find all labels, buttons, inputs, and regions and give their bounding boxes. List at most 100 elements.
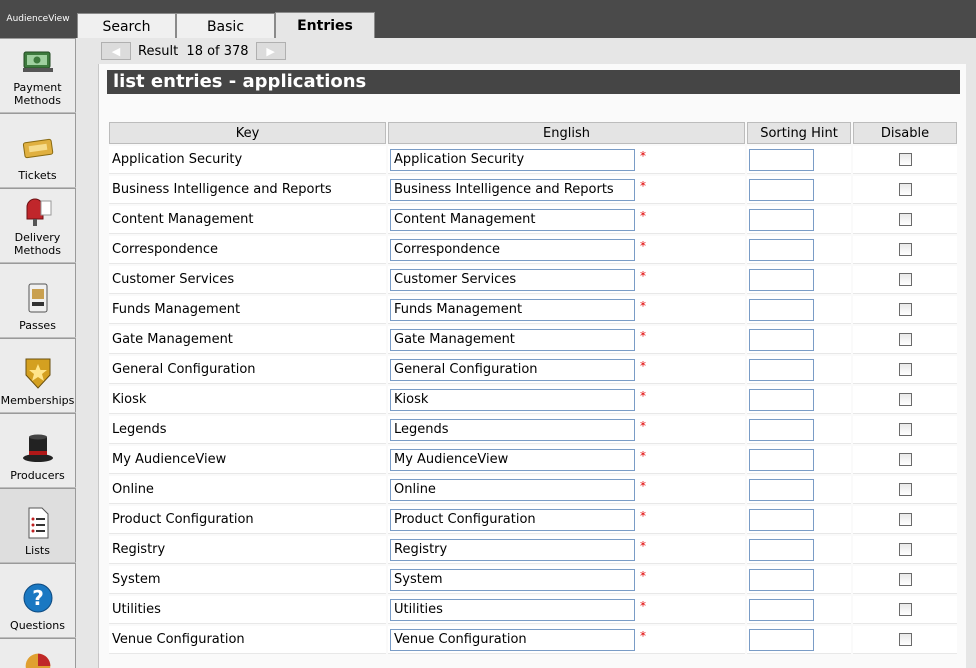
sorting-hint-input[interactable] bbox=[749, 598, 814, 621]
english-input[interactable] bbox=[390, 598, 635, 621]
table-row: Kiosk * bbox=[109, 386, 957, 414]
english-cell: * bbox=[388, 626, 745, 654]
english-cell: * bbox=[388, 596, 745, 624]
english-input[interactable] bbox=[390, 628, 635, 651]
english-input[interactable] bbox=[390, 418, 635, 441]
chart-icon bbox=[25, 653, 50, 668]
disable-checkbox[interactable] bbox=[898, 363, 912, 376]
sorting-hint-input[interactable] bbox=[749, 448, 814, 471]
tab-basic[interactable]: Basic bbox=[176, 13, 275, 39]
sorting-hint-cell bbox=[747, 596, 851, 624]
sorting-hint-input[interactable] bbox=[749, 328, 814, 351]
sorting-hint-input[interactable] bbox=[749, 238, 814, 261]
disable-checkbox[interactable] bbox=[898, 483, 912, 496]
table-row: Gate Management * bbox=[109, 326, 957, 354]
english-input[interactable] bbox=[390, 388, 635, 411]
sorting-hint-input[interactable] bbox=[749, 508, 814, 531]
disable-checkbox[interactable] bbox=[898, 213, 912, 226]
english-input[interactable] bbox=[390, 208, 635, 231]
disable-checkbox[interactable] bbox=[898, 633, 912, 646]
star-badge-icon bbox=[25, 358, 50, 389]
disable-cell bbox=[853, 506, 957, 534]
english-input[interactable] bbox=[390, 508, 635, 531]
sorting-hint-input[interactable] bbox=[749, 148, 814, 171]
previous-button[interactable]: ◀ bbox=[101, 42, 131, 60]
english-input[interactable] bbox=[390, 238, 635, 261]
english-cell: * bbox=[388, 386, 745, 414]
next-button[interactable]: ▶ bbox=[255, 42, 286, 60]
table-row: Funds Management * bbox=[109, 296, 957, 324]
entries-table: Key English Sorting Hint Disable Applica… bbox=[107, 120, 959, 656]
sorting-hint-input[interactable] bbox=[749, 538, 814, 561]
disable-checkbox[interactable] bbox=[898, 303, 912, 316]
english-input[interactable] bbox=[390, 358, 635, 381]
sorting-hint-cell bbox=[747, 536, 851, 564]
sorting-hint-input[interactable] bbox=[749, 568, 814, 591]
table-row: Customer Services * bbox=[109, 266, 957, 294]
tab-entries[interactable]: Entries bbox=[275, 12, 375, 39]
english-input[interactable] bbox=[390, 448, 635, 471]
sidebar-item-lists[interactable]: Lists bbox=[0, 488, 76, 562]
sidebar-item-payment-methods[interactable]: Payment Methods bbox=[0, 38, 76, 112]
disable-checkbox[interactable] bbox=[898, 243, 912, 256]
sorting-hint-input[interactable] bbox=[749, 388, 814, 411]
disable-checkbox[interactable] bbox=[898, 573, 912, 586]
required-marker: * bbox=[640, 448, 646, 463]
sidebar-item-memberships[interactable]: Memberships bbox=[0, 338, 76, 412]
english-input[interactable] bbox=[390, 298, 635, 321]
money-icon bbox=[22, 51, 53, 72]
sorting-hint-input[interactable] bbox=[749, 268, 814, 291]
disable-checkbox[interactable] bbox=[898, 333, 912, 346]
table-row: Application Security * bbox=[109, 146, 957, 174]
table-row: Product Configuration * bbox=[109, 506, 957, 534]
page-title: list entries - applications bbox=[107, 70, 960, 94]
english-input[interactable] bbox=[390, 148, 635, 171]
tab-search[interactable]: Search bbox=[77, 13, 176, 39]
english-input[interactable] bbox=[390, 268, 635, 291]
english-input[interactable] bbox=[390, 328, 635, 351]
disable-checkbox[interactable] bbox=[898, 423, 912, 436]
english-cell: * bbox=[388, 146, 745, 174]
table-row: Correspondence * bbox=[109, 236, 957, 264]
disable-checkbox[interactable] bbox=[898, 273, 912, 286]
sidebar-item-tickets[interactable]: Tickets bbox=[0, 113, 76, 187]
sorting-hint-input[interactable] bbox=[749, 358, 814, 381]
sidebar-item-label: Memberships bbox=[0, 394, 75, 407]
disable-checkbox[interactable] bbox=[898, 393, 912, 406]
english-input[interactable] bbox=[390, 538, 635, 561]
english-cell: * bbox=[388, 446, 745, 474]
disable-checkbox[interactable] bbox=[898, 603, 912, 616]
english-input[interactable] bbox=[390, 568, 635, 591]
disable-checkbox[interactable] bbox=[898, 183, 912, 196]
sorting-hint-input[interactable] bbox=[749, 298, 814, 321]
mailbox-icon bbox=[26, 198, 51, 226]
english-cell: * bbox=[388, 266, 745, 294]
english-input[interactable] bbox=[390, 478, 635, 501]
sorting-hint-input[interactable] bbox=[749, 178, 814, 201]
english-input[interactable] bbox=[390, 178, 635, 201]
question-icon: ? bbox=[23, 583, 52, 613]
sidebar-item-label: Questions bbox=[10, 619, 65, 632]
disable-checkbox[interactable] bbox=[898, 153, 912, 166]
sidebar-item-label: Tickets bbox=[18, 169, 57, 182]
sidebar-item-more[interactable] bbox=[0, 638, 76, 668]
sorting-hint-input[interactable] bbox=[749, 208, 814, 231]
sidebar-item-label: Passes bbox=[19, 319, 56, 332]
sidebar-item-passes[interactable]: Passes bbox=[0, 263, 76, 337]
key-cell: Correspondence bbox=[109, 236, 386, 264]
sidebar-item-producers[interactable]: Producers bbox=[0, 413, 76, 487]
sidebar-item-questions[interactable]: ? Questions bbox=[0, 563, 76, 637]
sidebar-item-label: Lists bbox=[25, 544, 50, 557]
sorting-hint-input[interactable] bbox=[749, 478, 814, 501]
disable-checkbox[interactable] bbox=[898, 453, 912, 466]
key-cell: My AudienceView bbox=[109, 446, 386, 474]
sorting-hint-input[interactable] bbox=[749, 628, 814, 651]
key-cell: Registry bbox=[109, 536, 386, 564]
list-icon bbox=[28, 507, 48, 539]
column-header-english: English bbox=[388, 122, 745, 144]
sidebar-item-delivery-methods[interactable]: Delivery Methods bbox=[0, 188, 76, 262]
sorting-hint-input[interactable] bbox=[749, 418, 814, 441]
disable-checkbox[interactable] bbox=[898, 513, 912, 526]
disable-cell bbox=[853, 356, 957, 384]
disable-checkbox[interactable] bbox=[898, 543, 912, 556]
